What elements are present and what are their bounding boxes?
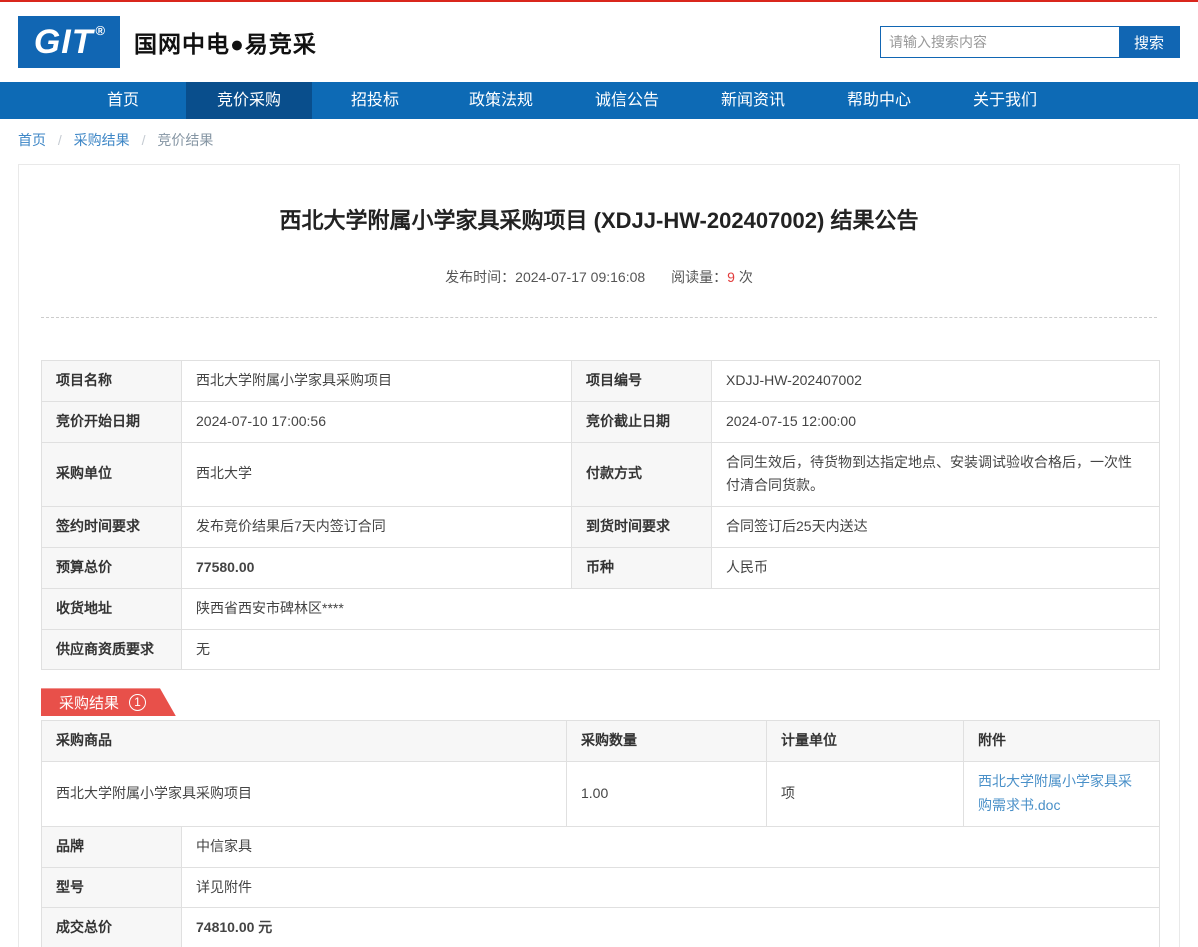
info-value: 无 bbox=[182, 629, 1160, 670]
table-row: 成交总价 74810.00 元 bbox=[42, 908, 1160, 947]
search-input[interactable] bbox=[881, 27, 1119, 57]
info-label: 签约时间要求 bbox=[42, 507, 182, 548]
nav-item-tenders[interactable]: 招投标 bbox=[312, 82, 438, 119]
attachment-link[interactable]: 西北大学附属小学家具采购需求书.doc bbox=[978, 773, 1132, 813]
site-logo[interactable]: GIT® bbox=[18, 16, 120, 68]
table-row: 签约时间要求 发布竞价结果后7天内签订合同 到货时间要求 合同签订后25天内送达 bbox=[42, 507, 1160, 548]
site-header: GIT® 国网中电●易竞采 搜索 bbox=[18, 2, 1180, 82]
table-row: 项目名称 西北大学附属小学家具采购项目 项目编号 XDJJ-HW-2024070… bbox=[42, 361, 1160, 402]
info-value: 西北大学附属小学家具采购项目 bbox=[182, 361, 572, 402]
table-row: 收货地址 陕西省西安市碑林区**** bbox=[42, 588, 1160, 629]
detail-value: 详见附件 bbox=[182, 867, 1160, 908]
column-header: 附件 bbox=[964, 721, 1160, 762]
nav-item-help-center[interactable]: 帮助中心 bbox=[816, 82, 942, 119]
detail-value: 中信家具 bbox=[182, 826, 1160, 867]
deal-total-price: 74810.00 元 bbox=[182, 908, 1160, 947]
column-header: 采购商品 bbox=[42, 721, 567, 762]
detail-label: 品牌 bbox=[42, 826, 182, 867]
breadcrumb-separator: / bbox=[58, 132, 62, 148]
registered-mark: ® bbox=[96, 23, 107, 38]
nav-item-home[interactable]: 首页 bbox=[60, 82, 186, 119]
dashed-separator bbox=[41, 317, 1157, 318]
info-label: 币种 bbox=[572, 547, 712, 588]
detail-label: 成交总价 bbox=[42, 908, 182, 947]
purchase-result-label: 采购结果 bbox=[59, 692, 119, 713]
purchase-result-tag: 采购结果 1 bbox=[41, 688, 176, 716]
info-label: 竞价开始日期 bbox=[42, 401, 182, 442]
info-value: 人民币 bbox=[712, 547, 1160, 588]
count-badge: 1 bbox=[129, 694, 146, 711]
project-info-table: 项目名称 西北大学附属小学家具采购项目 项目编号 XDJJ-HW-2024070… bbox=[41, 360, 1160, 670]
breadcrumb-home[interactable]: 首页 bbox=[18, 132, 46, 148]
info-label: 预算总价 bbox=[42, 547, 182, 588]
breadcrumb: 首页 / 采购结果 / 竞价结果 bbox=[18, 130, 1180, 150]
info-label: 项目编号 bbox=[572, 361, 712, 402]
search-bar: 搜索 bbox=[880, 26, 1180, 58]
article-title: 西北大学附属小学家具采购项目 (XDJJ-HW-202407002) 结果公告 bbox=[19, 165, 1179, 235]
search-button[interactable]: 搜索 bbox=[1119, 27, 1179, 57]
table-row: 型号 详见附件 bbox=[42, 867, 1160, 908]
table-row: 采购单位 西北大学 付款方式 合同生效后，待货物到达指定地点、安装调试验收合格后… bbox=[42, 442, 1160, 507]
info-label: 付款方式 bbox=[572, 442, 712, 507]
info-label: 到货时间要求 bbox=[572, 507, 712, 548]
info-label: 供应商资质要求 bbox=[42, 629, 182, 670]
info-value: 合同签订后25天内送达 bbox=[712, 507, 1160, 548]
nav-item-bidding-purchase[interactable]: 竞价采购 bbox=[186, 82, 312, 119]
purchase-result-table: 采购商品 采购数量 计量单位 附件 西北大学附属小学家具采购项目 1.00 项 … bbox=[41, 720, 1160, 826]
table-row: 供应商资质要求 无 bbox=[42, 629, 1160, 670]
publish-time-label: 发布时间： bbox=[445, 269, 515, 285]
breadcrumb-purchase-results[interactable]: 采购结果 bbox=[74, 132, 130, 148]
product-quantity: 1.00 bbox=[567, 762, 767, 827]
table-row: 品牌 中信家具 bbox=[42, 826, 1160, 867]
publish-time-value: 2024-07-17 09:16:08 bbox=[515, 269, 645, 285]
content-card: 西北大学附属小学家具采购项目 (XDJJ-HW-202407002) 结果公告 … bbox=[18, 164, 1180, 947]
site-title: 国网中电●易竞采 bbox=[134, 25, 317, 59]
info-value: 西北大学 bbox=[182, 442, 572, 507]
nav-item-policies[interactable]: 政策法规 bbox=[438, 82, 564, 119]
nav-item-integrity-notice[interactable]: 诚信公告 bbox=[564, 82, 690, 119]
table-row: 竞价开始日期 2024-07-10 17:00:56 竞价截止日期 2024-0… bbox=[42, 401, 1160, 442]
views-count: 9 bbox=[727, 269, 735, 285]
info-value: 2024-07-10 17:00:56 bbox=[182, 401, 572, 442]
info-label: 项目名称 bbox=[42, 361, 182, 402]
breadcrumb-separator: / bbox=[142, 132, 146, 148]
table-header-row: 采购商品 采购数量 计量单位 附件 bbox=[42, 721, 1160, 762]
logo-text: GIT bbox=[34, 23, 94, 62]
product-unit: 项 bbox=[767, 762, 964, 827]
table-row: 西北大学附属小学家具采购项目 1.00 项 西北大学附属小学家具采购需求书.do… bbox=[42, 762, 1160, 827]
views-label: 阅读量： bbox=[671, 269, 727, 285]
breadcrumb-current: 竞价结果 bbox=[157, 132, 213, 148]
product-name: 西北大学附属小学家具采购项目 bbox=[42, 762, 567, 827]
main-nav: 首页 竞价采购 招投标 政策法规 诚信公告 新闻资讯 帮助中心 关于我们 bbox=[0, 82, 1198, 119]
info-value: 陕西省西安市碑林区**** bbox=[182, 588, 1160, 629]
info-value: 发布竞价结果后7天内签订合同 bbox=[182, 507, 572, 548]
column-header: 采购数量 bbox=[567, 721, 767, 762]
info-value: XDJJ-HW-202407002 bbox=[712, 361, 1160, 402]
article-meta: 发布时间：2024-07-17 09:16:08 阅读量：9 次 bbox=[19, 267, 1179, 287]
info-value: 合同生效后，待货物到达指定地点、安装调试验收合格后，一次性付清合同货款。 bbox=[712, 442, 1160, 507]
info-label: 竞价截止日期 bbox=[572, 401, 712, 442]
detail-label: 型号 bbox=[42, 867, 182, 908]
table-row: 预算总价 77580.00 币种 人民币 bbox=[42, 547, 1160, 588]
result-detail-table: 品牌 中信家具 型号 详见附件 成交总价 74810.00 元 成交供应商 西安… bbox=[41, 826, 1160, 947]
info-value: 2024-07-15 12:00:00 bbox=[712, 401, 1160, 442]
views-unit: 次 bbox=[739, 269, 753, 285]
nav-item-about-us[interactable]: 关于我们 bbox=[942, 82, 1068, 119]
column-header: 计量单位 bbox=[767, 721, 964, 762]
info-label: 采购单位 bbox=[42, 442, 182, 507]
nav-item-news[interactable]: 新闻资讯 bbox=[690, 82, 816, 119]
info-label: 收货地址 bbox=[42, 588, 182, 629]
budget-total-price: 77580.00 bbox=[182, 547, 572, 588]
